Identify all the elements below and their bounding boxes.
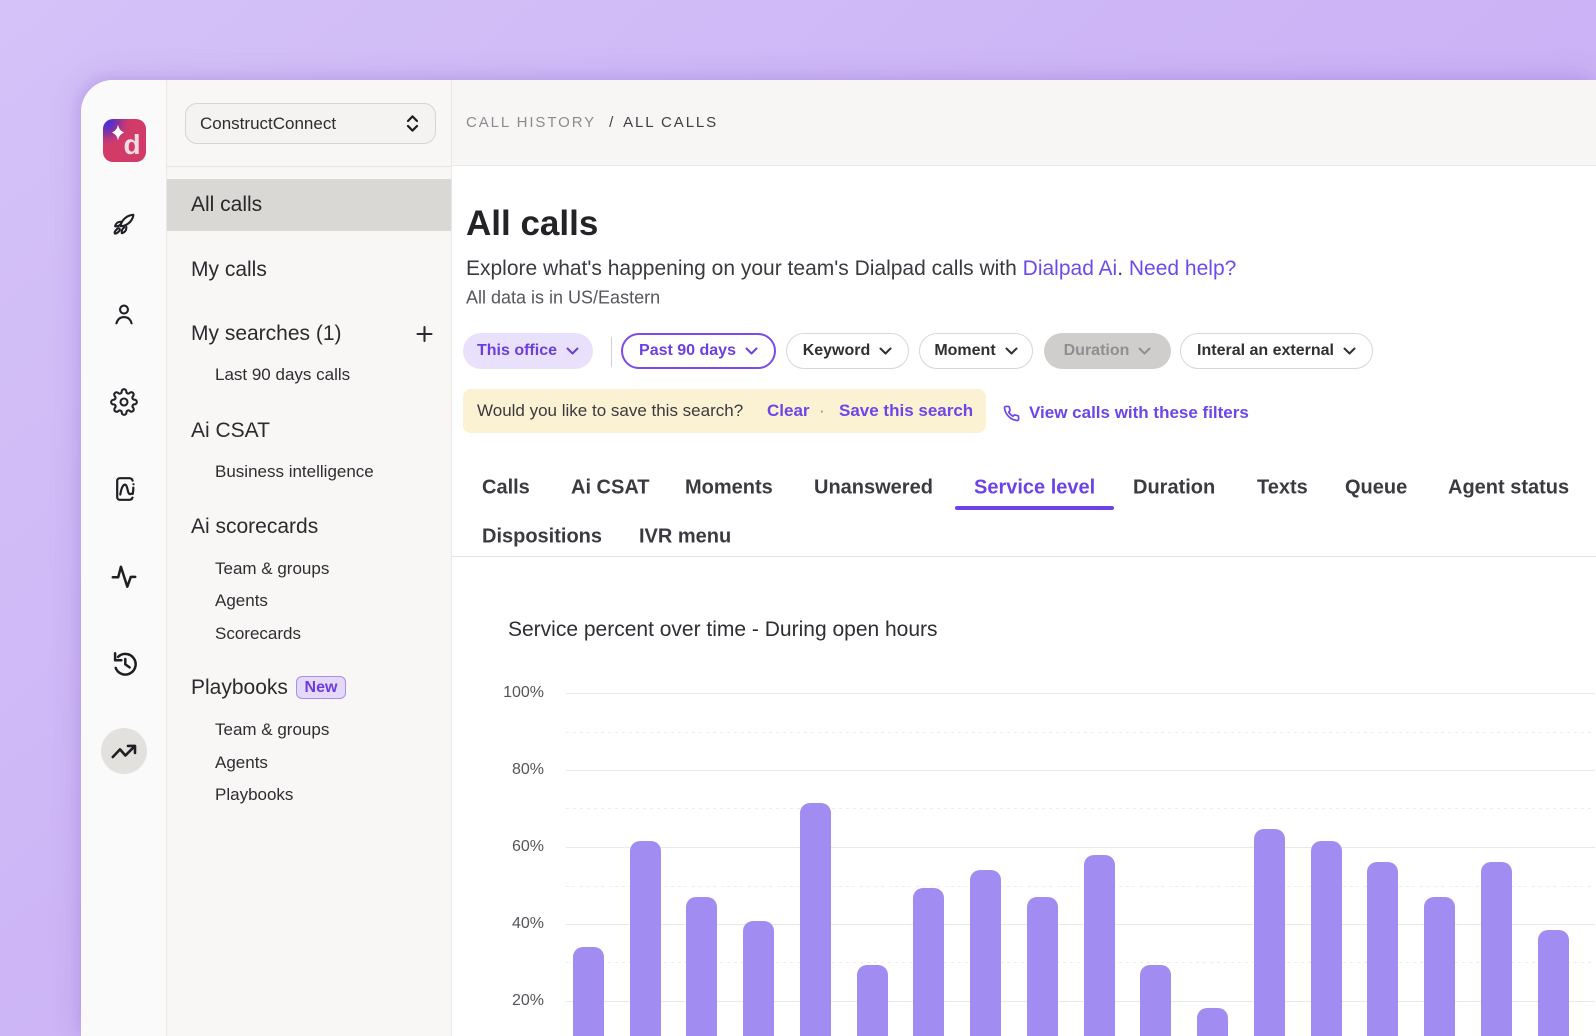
svg-text:d: d bbox=[124, 129, 141, 160]
